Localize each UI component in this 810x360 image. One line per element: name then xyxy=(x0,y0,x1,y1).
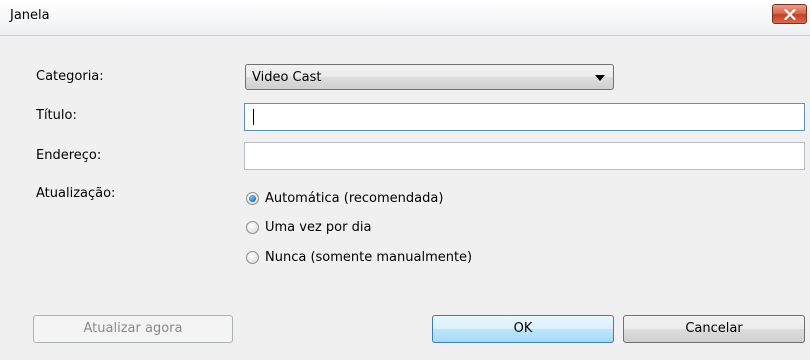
titulo-input[interactable] xyxy=(244,103,805,131)
radio-label-nunca: Nunca (somente manualmente) xyxy=(265,250,473,265)
radio-label-uma-vez: Uma vez por dia xyxy=(265,220,372,235)
categoria-label: Categoria: xyxy=(36,69,104,84)
endereco-label: Endereço: xyxy=(36,148,102,163)
radio-button[interactable] xyxy=(246,221,259,234)
endereco-input[interactable] xyxy=(244,142,805,170)
titulo-label: Título: xyxy=(36,108,77,123)
dialog-window: Janela Categoria: Video Cast Título: End… xyxy=(0,0,810,360)
radio-button-checked[interactable] xyxy=(246,192,259,205)
close-button[interactable] xyxy=(772,4,807,24)
cancelar-button[interactable]: Cancelar xyxy=(623,315,805,343)
chevron-down-icon xyxy=(595,75,605,81)
categoria-value: Video Cast xyxy=(252,70,322,85)
title-bar: Janela xyxy=(0,0,810,36)
atualizar-agora-button[interactable]: Atualizar agora xyxy=(33,315,233,343)
atualizacao-label: Atualização: xyxy=(36,186,116,201)
close-icon xyxy=(784,9,796,20)
text-caret xyxy=(253,109,254,125)
ok-button[interactable]: OK xyxy=(432,315,614,343)
window-title: Janela xyxy=(10,8,50,23)
radio-label-automatica: Automática (recomendada) xyxy=(265,191,444,206)
categoria-select[interactable]: Video Cast xyxy=(245,64,614,90)
radio-button[interactable] xyxy=(246,251,259,264)
